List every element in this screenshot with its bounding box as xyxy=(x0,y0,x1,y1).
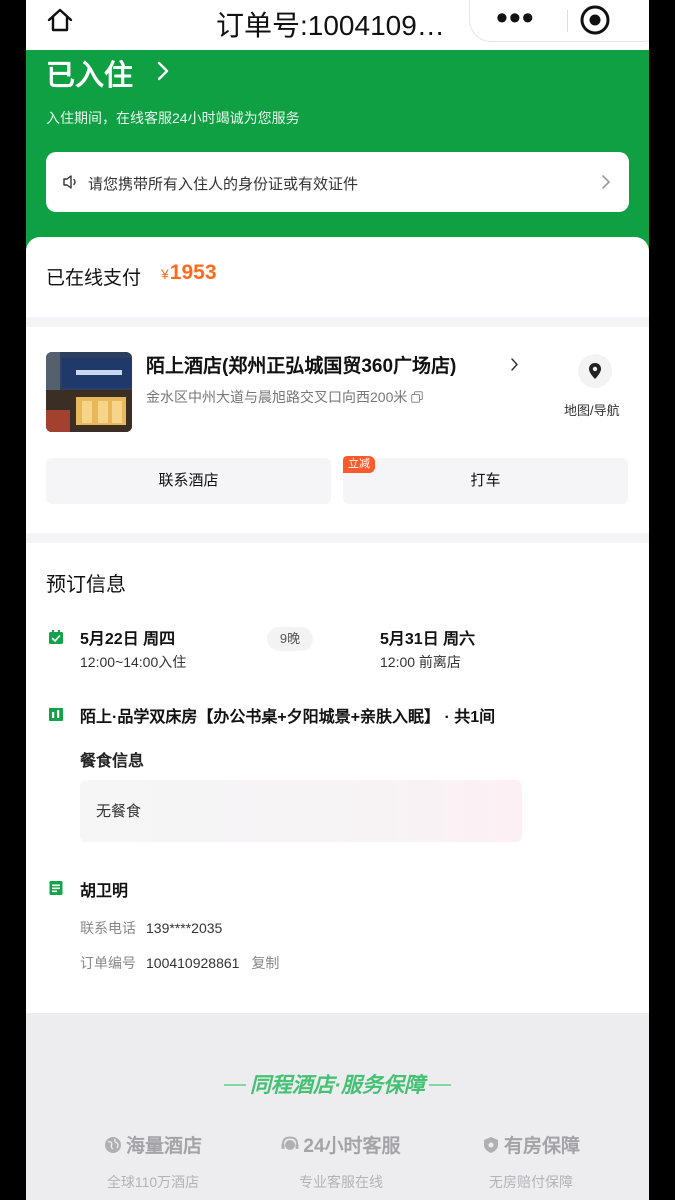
room-type: 陌上·品学双床房【办公书桌+夕阳城景+亲肤入眠】 · 共1间 xyxy=(80,709,496,726)
order-number: 100410928861 xyxy=(146,955,240,971)
amount-value: 1953 xyxy=(169,261,217,284)
guest-name: 胡卫明 xyxy=(80,883,129,900)
guarantee-item: 24小时客服 专业客服在线 xyxy=(266,1131,416,1192)
contact-phone-row: 联系电话 139****2035 xyxy=(80,918,222,938)
notice-text: 请您携带所有入住人的身份证或有效证件 xyxy=(88,176,359,193)
phone-value: 139****2035 xyxy=(146,920,223,936)
copy-order-button[interactable]: 复制 xyxy=(251,955,279,971)
hotel-address: 金水区中州大道与晨旭路交叉口向西200米 xyxy=(146,387,424,407)
currency-symbol: ¥ xyxy=(161,266,169,282)
service-guarantee-footer: 同程酒店·服务保障 海量酒店 全球110万酒店 24小时客服 专业客服在线 有房… xyxy=(26,1013,649,1200)
navigation-bar: 订单号:1004109… ••• xyxy=(26,0,649,50)
booking-info-card: 预订信息 5月22日 周四 12:00~14:00入住 9晚 5月31日 周六 … xyxy=(26,543,649,1013)
payment-amount: ¥1953 xyxy=(161,261,217,285)
hotel-thumbnail[interactable] xyxy=(46,352,132,432)
guarantee-subtitle: 无房赔付保障 xyxy=(489,1174,573,1190)
hotel-name[interactable]: 陌上酒店(郑州正弘城国贸360广场店) xyxy=(146,351,456,378)
guarantee-title: 海量酒店 xyxy=(88,1131,218,1158)
guest-list-icon xyxy=(49,881,63,895)
hotel-storefront-image xyxy=(46,352,132,432)
payment-label: 已在线支付 xyxy=(46,268,142,289)
payment-card: 已在线支付 ¥1953 xyxy=(26,237,649,317)
meal-info-title: 餐食信息 xyxy=(80,753,145,770)
home-icon[interactable] xyxy=(44,4,76,36)
chevron-right-icon xyxy=(602,175,611,189)
meal-info-box: 无餐食 xyxy=(80,780,522,842)
booking-section-title: 预订信息 xyxy=(46,574,126,596)
guarantee-item: 海量酒店 全球110万酒店 xyxy=(88,1131,218,1192)
order-status-title[interactable]: 已入住 xyxy=(46,52,133,94)
guarantee-subtitle: 专业客服在线 xyxy=(299,1174,383,1190)
close-target-icon[interactable] xyxy=(577,2,613,38)
address-text: 金水区中州大道与晨旭路交叉口向西200米 xyxy=(146,389,408,405)
order-status-header: 已入住 入住期间，在线客服24小时竭诚为您服务 请您携带所有入住人的身份证或有效… xyxy=(26,50,649,250)
calendar-icon xyxy=(49,630,63,644)
speaker-icon xyxy=(63,175,76,189)
hotel-card: 陌上酒店(郑州正弘城国贸360广场店) 金水区中州大道与晨旭路交叉口向西200米… xyxy=(26,327,649,533)
nights-badge: 9晚 xyxy=(267,627,313,651)
guarantee-subtitle: 全球110万酒店 xyxy=(106,1174,200,1190)
guarantee-title: 有房保障 xyxy=(476,1131,586,1158)
checkin-date: 5月22日 周四 xyxy=(80,631,176,648)
headset-icon xyxy=(281,1136,299,1150)
guarantee-item: 有房保障 无房赔付保障 xyxy=(476,1131,586,1192)
map-nav-label[interactable]: 地图/导航 xyxy=(564,400,620,419)
order-number-row: 订单编号 100410928861 复制 xyxy=(80,953,279,973)
app-frame: 订单号:1004109… ••• 已入住 入住期间，在线客服24小时竭诚为您服务… xyxy=(26,0,649,1200)
guarantee-title: 24小时客服 xyxy=(266,1131,416,1158)
checkin-time: 12:00~14:00入住 xyxy=(80,654,187,670)
capsule-divider xyxy=(567,10,568,32)
chevron-right-icon[interactable] xyxy=(510,357,519,372)
copy-icon[interactable] xyxy=(411,391,424,403)
checkout-time: 12:00 前离店 xyxy=(380,654,461,670)
decorative-dash xyxy=(224,1084,246,1086)
meal-value: 无餐食 xyxy=(96,803,142,820)
decorative-dash xyxy=(429,1084,451,1086)
id-notice-bar[interactable]: 请您携带所有入住人的身份证或有效证件 xyxy=(46,152,629,212)
more-menu-button[interactable]: ••• xyxy=(496,1,535,35)
order-label: 订单编号 xyxy=(80,955,136,971)
status-subtitle: 入住期间，在线客服24小时竭诚为您服务 xyxy=(46,110,300,126)
map-nav-button[interactable] xyxy=(578,354,612,388)
shield-icon xyxy=(483,1137,498,1153)
brand-slogan: 同程酒店·服务保障 xyxy=(26,1069,649,1099)
chevron-right-icon[interactable] xyxy=(154,60,172,82)
checkout-date: 5月31日 周六 xyxy=(380,631,476,648)
location-pin-icon xyxy=(589,363,601,379)
contact-hotel-button[interactable]: 联系酒店 xyxy=(46,458,331,504)
page-title: 订单号:1004109… xyxy=(216,10,445,41)
globe-icon xyxy=(104,1137,121,1153)
building-icon xyxy=(49,708,63,721)
brand-slogan-text: 同程酒店·服务保障 xyxy=(250,1074,425,1097)
phone-label: 联系电话 xyxy=(80,920,136,936)
taxi-button[interactable]: 打车 xyxy=(343,458,628,504)
discount-badge: 立减 xyxy=(343,456,375,473)
